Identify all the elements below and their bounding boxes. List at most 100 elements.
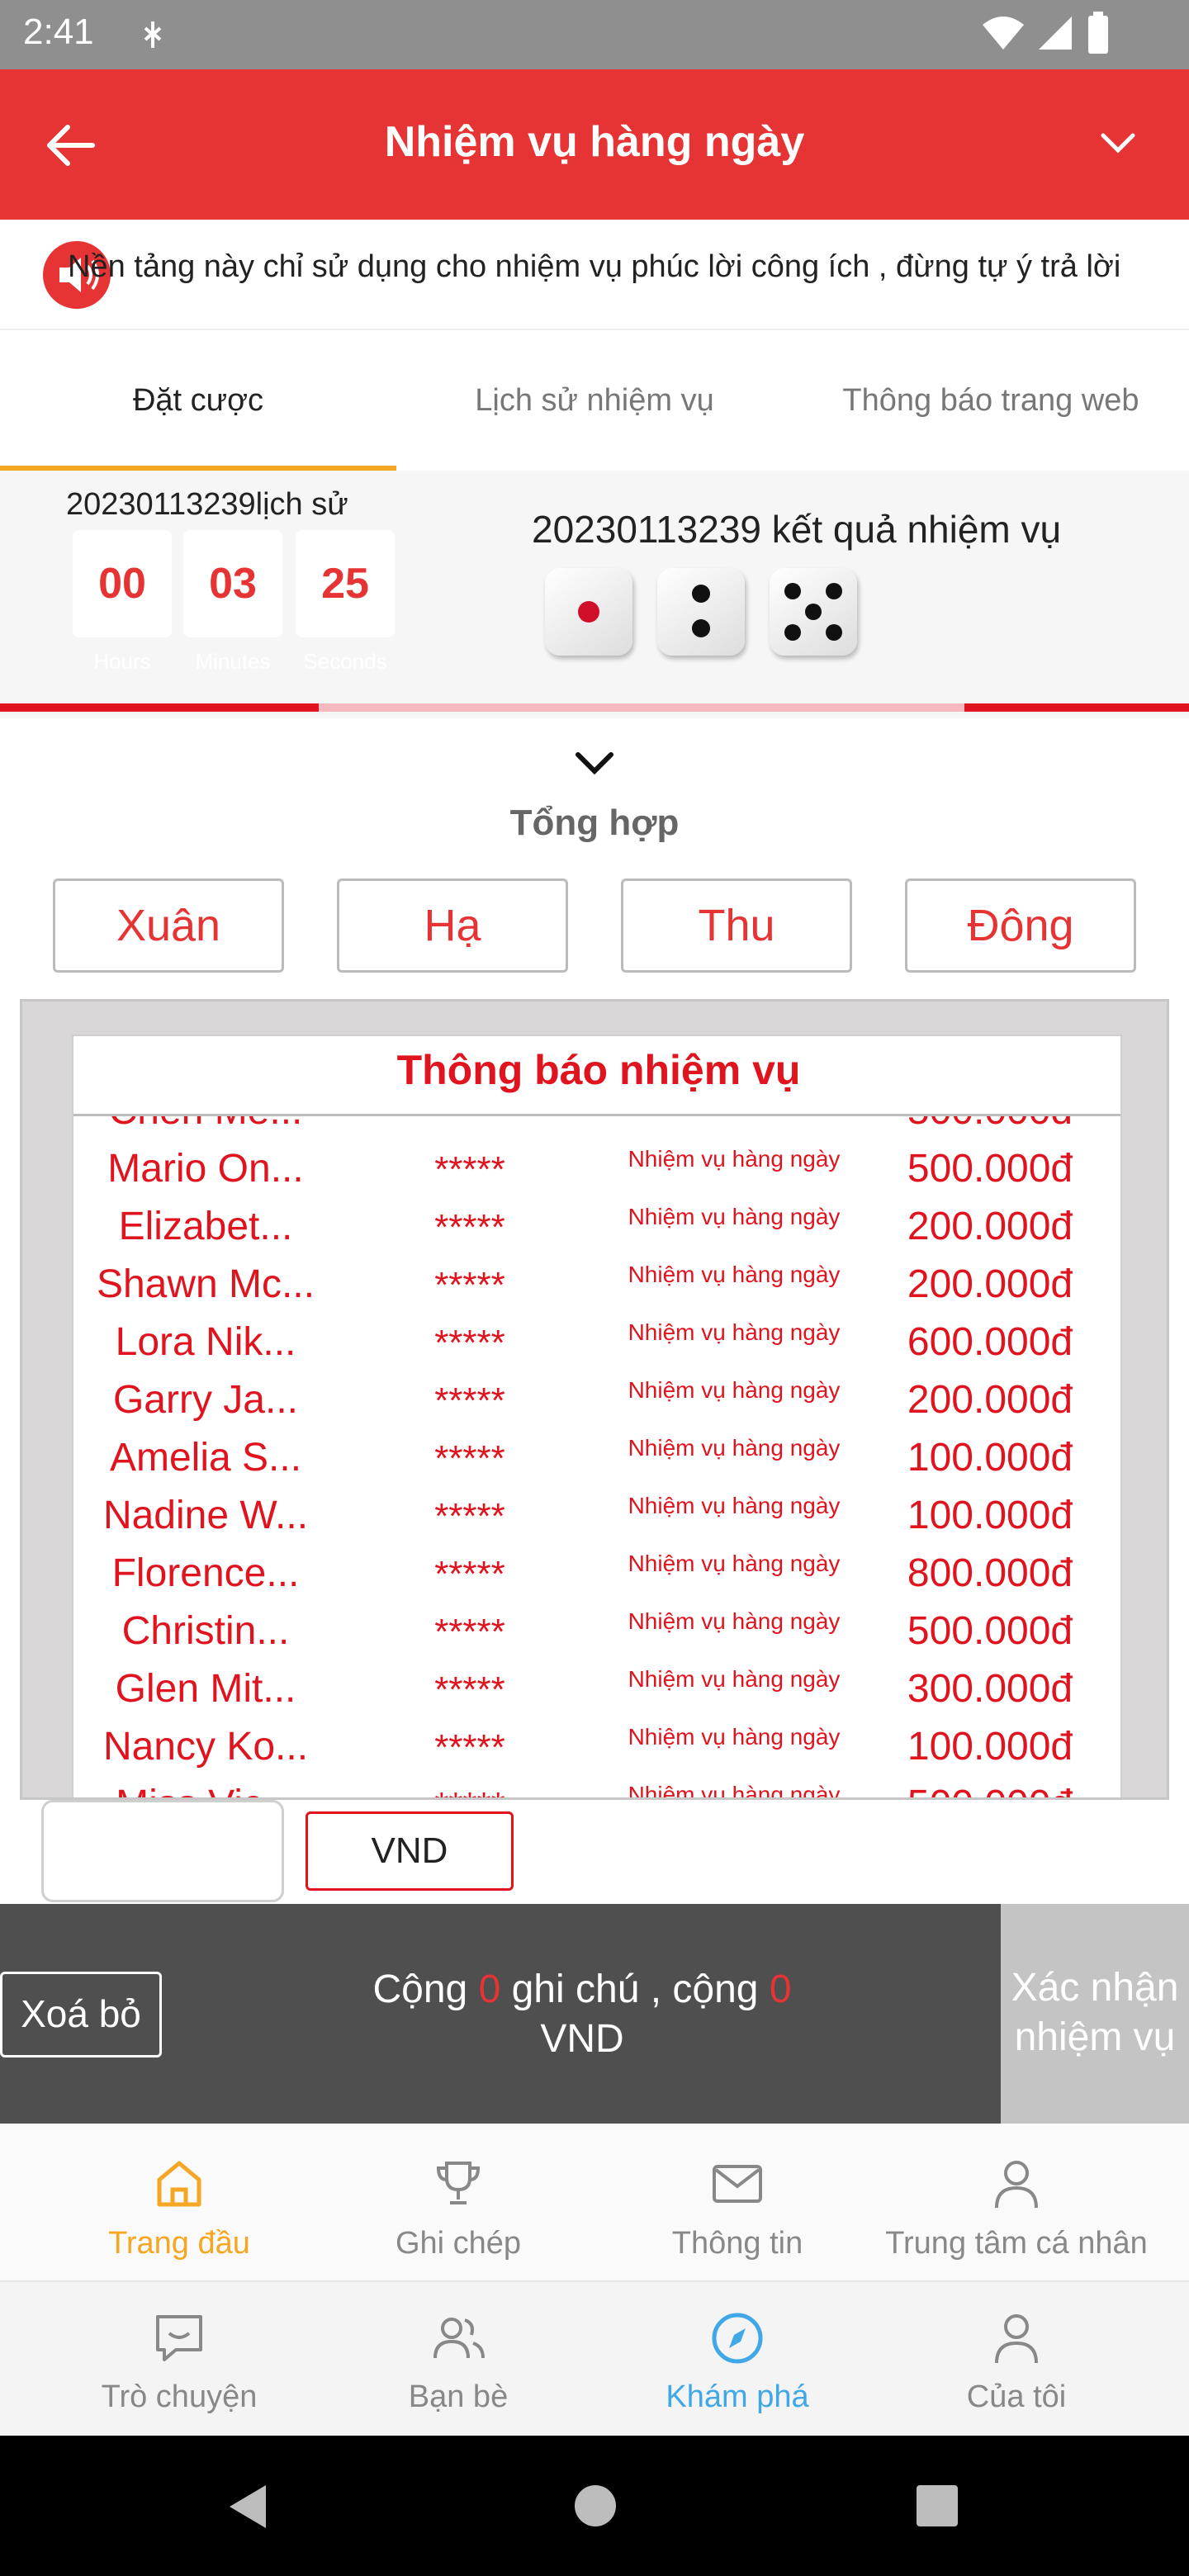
bet-total-summary: Cộng 0 ghi chú , cộng 0 VND bbox=[281, 1965, 883, 2064]
battery-icon bbox=[1088, 12, 1108, 54]
season-button-summer[interactable]: Hạ bbox=[337, 878, 568, 973]
minutes-label: Minutes bbox=[195, 649, 271, 674]
notice-name: Mario On... bbox=[107, 1147, 304, 1191]
secondary-bottom-nav: Trò chuyện Bạn bè Khám phá Của tôi bbox=[0, 2280, 1189, 2436]
round-progress-bar bbox=[0, 703, 1189, 712]
debug-icon bbox=[144, 21, 162, 48]
nav-label: Thông tin bbox=[671, 2226, 803, 2261]
nav-item-records[interactable]: Ghi chép bbox=[310, 2124, 607, 2280]
notice-amount: 200.000đ bbox=[907, 1262, 1073, 1306]
season-button-winter[interactable]: Đông bbox=[905, 878, 1136, 973]
notice-row: Nancy Ko... ***** Nhiệm vụ hàng ngày 100.00… bbox=[73, 1717, 1120, 1775]
tab-web-notices[interactable]: Thông báo trang web bbox=[793, 330, 1189, 471]
die-5-icon bbox=[770, 568, 857, 656]
notice-type: Nhiệm vụ hàng ngày bbox=[628, 1319, 841, 1345]
notice-masked-value: ***** bbox=[434, 1149, 505, 1190]
home-icon bbox=[157, 2161, 201, 2207]
notice-amount: 100.000đ bbox=[907, 1494, 1073, 1537]
round-panel: 20230113239lịch sử 00 03 25 Hours Minute… bbox=[0, 471, 1189, 718]
notice-name: Nadine W... bbox=[102, 1494, 309, 1537]
notice-name: Garry Ja... bbox=[112, 1378, 299, 1422]
notice-type: Nhiệm vụ hàng ngày bbox=[628, 1608, 841, 1634]
season-button-spring[interactable]: Xuân bbox=[53, 878, 284, 973]
minutes-box: 03 bbox=[183, 530, 282, 637]
notice-amount: 200.000đ bbox=[907, 1205, 1073, 1248]
seconds-value: 25 bbox=[321, 560, 369, 608]
nav-item-me[interactable]: Của tôi bbox=[868, 2282, 1165, 2437]
status-time: 2:41 bbox=[23, 12, 94, 52]
signal-icon bbox=[1039, 17, 1072, 50]
notice-row: Chen Me...*****Nhiệm vụ hàng ngày500.000… bbox=[73, 1116, 1120, 1139]
notice-row: Amelia S... ***** Nhiệm vụ hàng ngày 100.00… bbox=[73, 1428, 1120, 1486]
notice-type: Nhiệm vụ hàng ngày bbox=[628, 1493, 841, 1518]
notice-name: Glen Mit... bbox=[115, 1667, 296, 1711]
notice-masked-value: ***** bbox=[387, 1785, 552, 1797]
notice-card: Thông báo nhiệm vụ Chen Me... ***** Nhiệm … bbox=[72, 1035, 1122, 1797]
notice-amount: 800.000đ bbox=[907, 1551, 1073, 1595]
notice-title: Thông báo nhiệm vụ bbox=[396, 1047, 801, 1093]
notice-name: Shawn Mc... bbox=[96, 1262, 315, 1306]
total-prefix: Cộng bbox=[372, 1968, 468, 2011]
wifi-icon bbox=[983, 17, 1024, 50]
minutes-value: 03 bbox=[209, 560, 257, 608]
nav-item-home[interactable]: Trang đầu bbox=[31, 2124, 328, 2280]
total-mid: ghi chú , cộng bbox=[511, 1968, 759, 2011]
notice-masked-value: ***** bbox=[434, 1438, 505, 1479]
notice-amount: 600.000đ bbox=[907, 1320, 1073, 1364]
notice-masked-value: ***** bbox=[434, 1669, 505, 1710]
confirm-task-button[interactable]: Xác nhận nhiệm vụ bbox=[1001, 1904, 1189, 2124]
notice-list[interactable]: Chen Me... ***** Nhiệm vụ hàng ngày 500.000… bbox=[73, 1116, 1120, 1797]
total-amount: 0 bbox=[769, 1968, 792, 2011]
notice-type: Nhiệm vụ hàng ngày bbox=[628, 1435, 841, 1461]
expand-chevron-icon[interactable] bbox=[573, 748, 616, 778]
notice-amount: 500.000đ bbox=[907, 1609, 1073, 1653]
notice-amount: 200.000đ bbox=[907, 1378, 1073, 1422]
chevron-down-icon[interactable] bbox=[1098, 129, 1138, 159]
system-recents-icon[interactable] bbox=[915, 2484, 959, 2528]
currency-button[interactable]: VND bbox=[306, 1811, 514, 1891]
amount-input[interactable] bbox=[41, 1800, 284, 1902]
user-icon bbox=[995, 2314, 1038, 2364]
system-back-icon[interactable] bbox=[225, 2482, 271, 2531]
nav-item-friends[interactable]: Bạn bè bbox=[310, 2282, 607, 2437]
die-2-icon bbox=[657, 568, 745, 656]
nav-label: Trung tâm cá nhân bbox=[885, 2226, 1148, 2261]
tab-bet[interactable]: Đặt cược bbox=[0, 330, 396, 471]
notice-masked-value: ***** bbox=[387, 1116, 552, 1133]
marquee-text: Nền tảng này chỉ sử dụng cho nhiệm vụ ph… bbox=[68, 249, 1121, 284]
system-home-icon[interactable] bbox=[573, 2484, 618, 2528]
notice-row: Nadine W... ***** Nhiệm vụ hàng ngày 100.00… bbox=[73, 1486, 1120, 1544]
notice-type: Nhiệm vụ hàng ngày bbox=[628, 1377, 841, 1403]
system-navigation-bar bbox=[0, 2436, 1189, 2576]
announcement-marquee: Nền tảng này chỉ sử dụng cho nhiệm vụ ph… bbox=[0, 220, 1189, 330]
notice-amount: 100.000đ bbox=[907, 1725, 1073, 1769]
notice-name: Amelia S... bbox=[109, 1436, 302, 1480]
app-header: Nhiệm vụ hàng ngày bbox=[0, 69, 1189, 220]
nav-item-chat[interactable]: Trò chuyện bbox=[31, 2282, 328, 2437]
history-link[interactable]: 20230113239lịch sử bbox=[66, 487, 348, 523]
notice-masked-value: ***** bbox=[434, 1265, 505, 1305]
season-button-autumn[interactable]: Thu bbox=[621, 878, 852, 973]
nav-label: Trò chuyện bbox=[101, 2379, 258, 2414]
notice-row: Florence... ***** Nhiệm vụ hàng ngày 800.00… bbox=[73, 1544, 1120, 1602]
notice-name: Nancy Ko... bbox=[102, 1725, 309, 1769]
tab-label: Lịch sử nhiệm vụ bbox=[475, 383, 714, 418]
nav-item-messages[interactable]: Thông tin bbox=[589, 2124, 886, 2280]
compass-icon bbox=[712, 2313, 763, 2364]
nav-label: Ghi chép bbox=[395, 2226, 522, 2261]
tab-task-history[interactable]: Lịch sử nhiệm vụ bbox=[396, 330, 793, 471]
nav-item-personal-center[interactable]: Trung tâm cá nhân bbox=[868, 2124, 1165, 2280]
notice-amount: 300.000đ bbox=[907, 1667, 1073, 1711]
notice-name: Lora Nik... bbox=[115, 1320, 296, 1364]
notice-row: Elizabet... ***** Nhiệm vụ hàng ngày 200.00… bbox=[73, 1197, 1120, 1255]
notice-panel: Thông báo nhiệm vụ Chen Me... ***** Nhiệm … bbox=[20, 999, 1169, 1800]
notice-amount: 500.000đ bbox=[907, 1147, 1073, 1191]
tab-bar: Đặt cược Lịch sử nhiệm vụ Thông báo tran… bbox=[0, 330, 1189, 471]
notice-amount: 500.000đ bbox=[866, 1116, 1114, 1134]
clear-button[interactable]: Xoá bỏ bbox=[0, 1972, 162, 2057]
notice-row: Lora Nik... ***** Nhiệm vụ hàng ngày 600.00… bbox=[73, 1313, 1120, 1371]
nav-label: Khám phá bbox=[666, 2379, 809, 2414]
notice-name: Florence... bbox=[111, 1551, 300, 1595]
notice-masked-value: ***** bbox=[434, 1727, 505, 1768]
nav-item-explore[interactable]: Khám phá bbox=[589, 2282, 886, 2437]
